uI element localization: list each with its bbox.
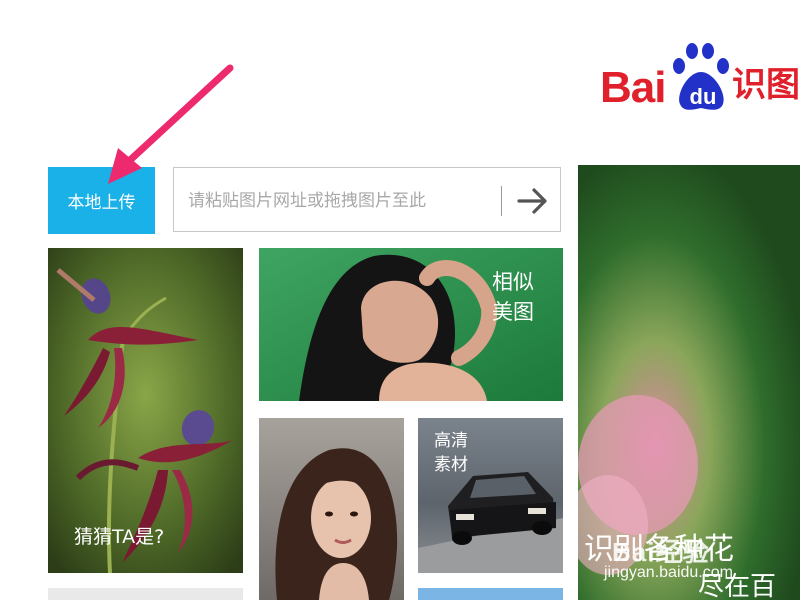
local-upload-button[interactable]: 本地上传 [48,167,155,234]
tile-similar-images[interactable]: 相似 美图 [259,248,563,401]
image-url-search-box [173,167,561,232]
tile-guess-who[interactable]: 猜猜TA是? [48,248,243,573]
guess-who-label: 猜猜TA是? [74,526,165,548]
tile-portrait[interactable] [259,418,404,600]
logo-du-text: du [689,84,717,109]
logo-bai-text: Bai [600,63,666,112]
image-url-input[interactable] [186,182,500,220]
baidu-shitu-page: Bai du 识图 本地上传 请粘贴图片网址或拖拽图片至此 猜猜TA是? 相似 … [0,0,800,600]
arrow-right-icon [517,188,547,214]
woman-portrait-photo [259,418,404,600]
hd-material-label-line1: 高清 [434,431,468,451]
search-divider [501,186,502,216]
similar-images-label-line2: 美图 [492,300,534,324]
logo-product-text: 识图 [732,65,800,105]
search-submit-button[interactable] [512,180,554,222]
tile-bottom-left[interactable] [48,588,243,600]
tile-hd-material[interactable]: 高清 素材 [418,418,563,573]
jingyan-watermark: Bai经验 jingyan.baidu.com [598,510,800,600]
baidu-shitu-logo[interactable]: Bai du 识图 [600,42,800,122]
tile-bottom-mid[interactable] [418,588,563,600]
watermark-url: jingyan.baidu.com [604,564,733,581]
similar-images-label-line1: 相似 [492,270,534,294]
hd-material-label-line2: 素材 [434,455,468,475]
